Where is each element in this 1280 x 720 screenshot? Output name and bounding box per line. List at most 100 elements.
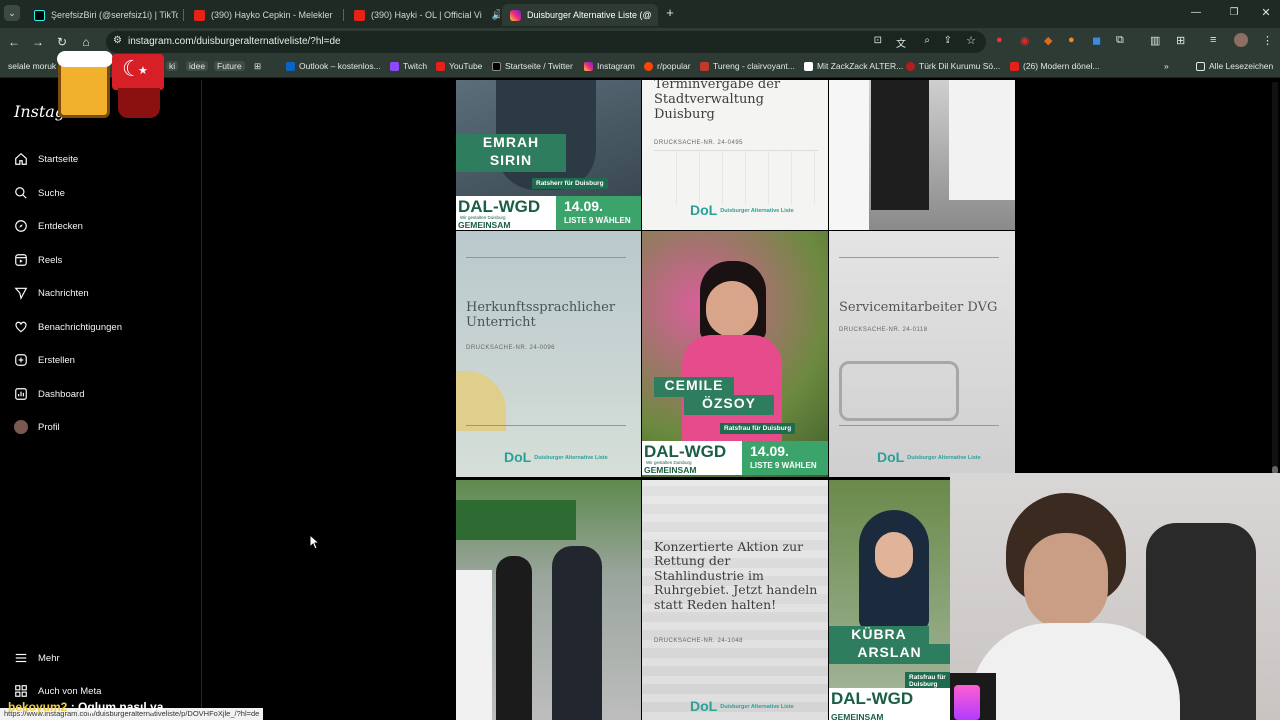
extension-icon[interactable]: ●: [1068, 34, 1075, 46]
tab-group-icon[interactable]: ⊞: [1176, 34, 1185, 47]
post-group-street[interactable]: [456, 480, 641, 720]
folder-icon: [1196, 61, 1205, 71]
bookmarks-bar: selale moruk ki idee Future ⊞ Outlook – …: [0, 56, 1280, 78]
extensions-puzzle-icon[interactable]: ⧉: [1116, 34, 1124, 47]
stream-overlay-sticker: ☾ ★: [57, 50, 170, 122]
zackzack-icon: [804, 61, 813, 71]
bookmark-item[interactable]: Tureng - clairvoyant...: [700, 61, 795, 71]
post-drucksache: DRUCKSACHE-NR. 24-0495: [654, 140, 744, 146]
bookmark-item[interactable]: Future: [214, 61, 245, 71]
post-servicemitarbeiter[interactable]: Servicemitarbeiter DVG DRUCKSACHE-NR. 24…: [829, 231, 1015, 477]
bookmark-item[interactable]: Startseite / Twitter: [492, 61, 573, 71]
heart-icon: [14, 320, 28, 334]
minimize-icon[interactable]: —: [1188, 5, 1204, 21]
volume-icon[interactable]: 🔊: [492, 10, 500, 21]
post-role: Ratsfrau für Duisburg: [720, 423, 796, 434]
dol-logo: DoL Duisburger Alternative Liste: [877, 449, 981, 465]
post-group-photo[interactable]: [829, 80, 1015, 230]
more-bookmarks-icon[interactable]: »: [1164, 61, 1169, 71]
tab-youtube-1[interactable]: (390) Hayko Cepkin - Melekler ✕: [186, 4, 340, 26]
nav-erstellen[interactable]: Erstellen: [14, 353, 75, 367]
instagram-sidebar: Instagram Startseite Suche Entdecken Ree…: [0, 80, 202, 720]
tab-tiktok[interactable]: ŞerefsizBiri (@serefsiz1i) | TikTok ✕: [26, 4, 178, 26]
nav-nachrichten[interactable]: Nachrichten: [14, 286, 89, 300]
menu-icon[interactable]: ⋮: [1262, 34, 1273, 47]
maximize-icon[interactable]: ❐: [1226, 5, 1242, 21]
post-name-last: ARSLAN: [829, 644, 950, 664]
extension-icon[interactable]: ◼: [1092, 34, 1101, 47]
back-icon[interactable]: ←: [6, 34, 22, 50]
forward-icon[interactable]: →: [30, 34, 46, 50]
nav-reels[interactable]: Reels: [14, 253, 62, 267]
browser-tab-strip: ⌄ ŞerefsizBiri (@serefsiz1i) | TikTok ✕ …: [0, 0, 1280, 28]
bookmark-item[interactable]: YouTube: [436, 61, 482, 71]
youtube-icon: [1010, 61, 1019, 71]
tab-search-button[interactable]: ⌄: [4, 5, 20, 21]
bookmark-star-icon[interactable]: ☆: [966, 34, 976, 47]
post-title: Konzertierte Aktion zur Rettung der Stah…: [654, 539, 818, 612]
post-stahlindustrie[interactable]: Konzertierte Aktion zur Rettung der Stah…: [642, 480, 828, 720]
nav-benachrichtigungen[interactable]: Benachrichtigungen: [14, 320, 122, 334]
menu-icon: [14, 651, 28, 665]
mouse-cursor-icon: [309, 533, 321, 555]
post-kubra-arslan[interactable]: KÜBRA ARSLAN Ratsfrau für Duisburg DAL-W…: [829, 480, 950, 720]
zoom-icon[interactable]: ⌕: [924, 35, 930, 46]
nav-suche[interactable]: Suche: [14, 186, 65, 200]
post-name-last: ÖZSOY: [684, 395, 774, 415]
translate-icon[interactable]: 文: [896, 35, 906, 50]
nav-profil[interactable]: Profil: [14, 420, 60, 434]
chart-icon: [14, 387, 28, 401]
reddit-icon: [644, 61, 653, 71]
bookmark-item[interactable]: (26) Modern dönel...: [1010, 61, 1100, 71]
tab-youtube-2[interactable]: (390) Hayki - OL | Official Vi 🔊 ✕: [346, 4, 500, 26]
tea-glass-icon: [118, 88, 160, 118]
tab-instagram[interactable]: Duisburger Alternative Liste (@ ✕: [502, 4, 658, 26]
avatar: [14, 420, 28, 434]
bookmark-item[interactable]: Instagram: [584, 61, 635, 71]
profile-avatar[interactable]: [1234, 33, 1248, 47]
tdk-icon: [906, 61, 915, 71]
bookmark-item[interactable]: r/popular: [644, 61, 691, 71]
extension-icon[interactable]: ◉: [1020, 34, 1030, 47]
close-icon[interactable]: ✕: [339, 10, 340, 21]
post-herkunftssprachlicher[interactable]: Herkunftssprachlicher Unterricht DRUCKSA…: [456, 231, 641, 477]
site-info-icon[interactable]: ⚙: [113, 35, 122, 46]
media-icon[interactable]: ≡: [1210, 34, 1216, 46]
new-tab-button[interactable]: +: [662, 5, 678, 21]
nav-entdecken[interactable]: Entdecken: [14, 219, 83, 233]
instagram-icon: [584, 61, 593, 71]
rgb-light: [954, 685, 980, 720]
nav-startseite[interactable]: Startseite: [14, 152, 78, 166]
apps-grid-icon[interactable]: ⊞: [254, 61, 261, 72]
bookmark-item[interactable]: Türk Dil Kurumu Sö...: [906, 61, 1000, 71]
home-icon[interactable]: ⌂: [78, 34, 94, 50]
bookmark-item[interactable]: Outlook – kostenlos...: [286, 61, 381, 71]
post-drucksache: DRUCKSACHE-NR. 24-1048: [654, 638, 744, 644]
tab-label: Duisburger Alternative Liste (@: [527, 10, 652, 20]
bookmark-item[interactable]: idee: [186, 61, 209, 71]
extension-icon[interactable]: ●: [996, 34, 1003, 46]
post-title: Servicemitarbeiter DVG: [839, 300, 998, 315]
share-icon[interactable]: ⇪: [944, 35, 952, 46]
bookmark-item[interactable]: Twitch: [390, 61, 427, 71]
bookmark-item[interactable]: Mit ZackZack ALTER...: [804, 61, 903, 71]
nav-dashboard[interactable]: Dashboard: [14, 387, 84, 401]
post-cemile-ozsoy[interactable]: CEMILE ÖZSOY Ratsfrau für Duisburg DAL-W…: [642, 231, 828, 477]
streamer-face: [1024, 533, 1108, 629]
nav-auch-von-meta[interactable]: Auch von Meta: [14, 684, 101, 698]
nav-mehr[interactable]: Mehr: [14, 651, 60, 665]
reload-icon[interactable]: ↻: [54, 34, 70, 50]
address-bar[interactable]: ⚙ instagram.com/duisburgeralternativelis…: [106, 31, 986, 53]
dol-logo: DoL Duisburger Alternative Liste: [690, 202, 794, 218]
beer-mug-icon: [57, 51, 113, 118]
all-bookmarks[interactable]: Alle Lesezeichen: [1196, 61, 1273, 71]
post-emrah-sirin[interactable]: EMRAH SIRIN Ratsherr für Duisburg DAL-WG…: [456, 80, 641, 230]
twitch-icon: [390, 61, 399, 71]
close-window-icon[interactable]: ✕: [1258, 5, 1274, 21]
extension-icon[interactable]: ◆: [1044, 34, 1052, 47]
search-icon: [14, 186, 28, 200]
bookmark-item[interactable]: selale moruk: [8, 61, 56, 71]
sidebar-icon[interactable]: ▥: [1150, 34, 1160, 47]
install-icon[interactable]: ⊡: [874, 35, 882, 46]
post-terminvergabe[interactable]: Terminvergabe der Stadtverwaltung Duisbu…: [642, 80, 828, 230]
